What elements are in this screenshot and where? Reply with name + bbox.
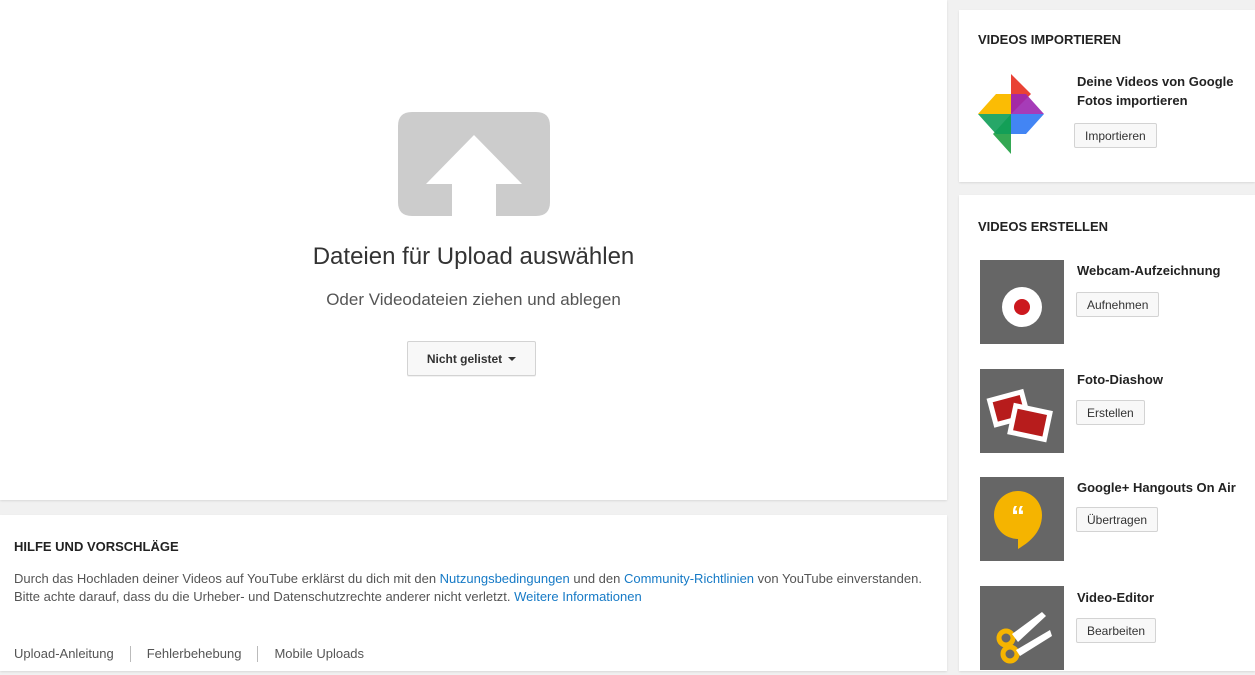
import-title: VIDEOS IMPORTIEREN (978, 32, 1122, 47)
webcam-tile[interactable] (980, 260, 1064, 344)
import-button[interactable]: Importieren (1074, 123, 1157, 148)
upload-panel[interactable]: Dateien für Upload auswählen Oder Videod… (0, 0, 947, 500)
help-panel: HILFE UND VORSCHLÄGE Durch das Hochladen… (0, 515, 947, 671)
video-editor-title: Video-Editor (1077, 590, 1155, 605)
scissors-icon (996, 612, 1052, 664)
right-column: VIDEOS IMPORTIEREN Deine Videos von Goog… (959, 10, 1255, 671)
edit-button[interactable]: Bearbeiten (1076, 618, 1157, 643)
mobile-uploads-link[interactable]: Mobile Uploads (257, 646, 380, 662)
svg-text:“: “ (1011, 500, 1025, 531)
help-title: HILFE UND VORSCHLÄGE (14, 539, 179, 554)
hangouts-icon: “ (994, 491, 1042, 549)
import-panel: VIDEOS IMPORTIEREN Deine Videos von Goog… (959, 10, 1255, 182)
help-text: Durch das Hochladen deiner Videos auf Yo… (14, 570, 924, 606)
create-slideshow-button[interactable]: Erstellen (1076, 400, 1145, 425)
help-text-part: von YouTube einverstanden. (754, 571, 922, 586)
hangouts-title: Google+ Hangouts On Air (1077, 480, 1236, 495)
record-button[interactable]: Aufnehmen (1076, 292, 1160, 317)
google-photos-icon (978, 74, 1044, 154)
help-text-part: Bitte achte darauf, dass du die Urheber-… (14, 589, 515, 604)
import-item-title: Deine Videos von Google Fotos importiere… (1077, 74, 1234, 108)
create-panel: VIDEOS ERSTELLEN Webcam-Aufzeichnung Auf… (959, 195, 1255, 671)
slideshow-tile[interactable] (980, 369, 1064, 453)
broadcast-button[interactable]: Übertragen (1076, 507, 1159, 532)
create-title: VIDEOS ERSTELLEN (978, 219, 1109, 234)
photos-icon (986, 388, 1053, 443)
more-info-link[interactable]: Weitere Informationen (514, 589, 642, 604)
help-text-part: Durch das Hochladen deiner Videos auf Yo… (14, 571, 440, 586)
slideshow-title: Foto-Diashow (1077, 372, 1163, 387)
upload-subtitle: Oder Videodateien ziehen und ablegen (326, 290, 621, 309)
privacy-label: Nicht gelistet (426, 351, 503, 366)
video-editor-tile[interactable] (980, 586, 1064, 670)
hangouts-tile[interactable]: “ (980, 477, 1064, 561)
upload-arrow-icon[interactable] (398, 112, 550, 216)
webcam-title: Webcam-Aufzeichnung (1077, 263, 1221, 278)
terms-link[interactable]: Nutzungsbedingungen (440, 571, 570, 586)
community-guidelines-link[interactable]: Community-Richtlinien (624, 571, 754, 586)
caret-down-icon (508, 356, 517, 361)
upload-title[interactable]: Dateien für Upload auswählen (0, 243, 947, 271)
upload-guide-link[interactable]: Upload-Anleitung (14, 646, 130, 662)
record-icon (1002, 287, 1042, 327)
troubleshooting-link[interactable]: Fehlerbehebung (129, 646, 258, 662)
help-links: Upload-Anleitung Fehlerbehebung Mobile U… (14, 646, 380, 662)
privacy-dropdown-button[interactable]: Nicht gelistet (407, 341, 536, 376)
help-text-part: und den (569, 571, 624, 586)
